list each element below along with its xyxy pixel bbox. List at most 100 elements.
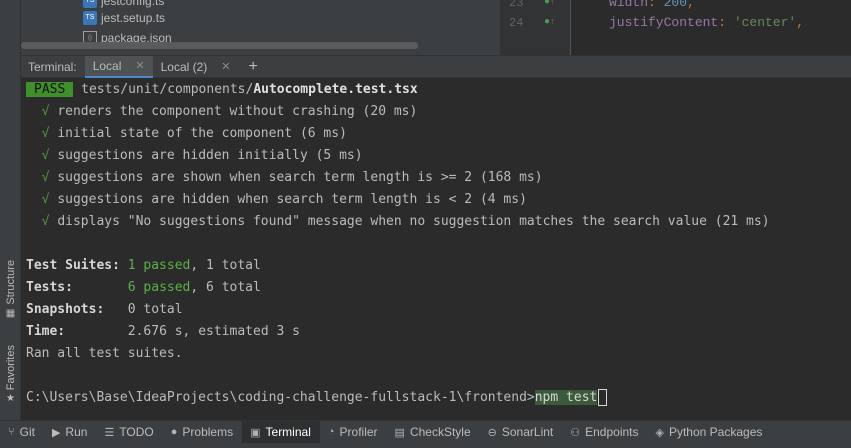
summary-suites: Test Suites: 1 passed, 1 total — [26, 257, 261, 275]
tool-sonarlint[interactable]: ⊖ SonarLint — [480, 421, 563, 444]
checkstyle-icon: ▤ — [394, 426, 405, 439]
code-key: justifyContent — [609, 15, 719, 30]
code-line: width: 200, — [609, 0, 695, 10]
check-icon: √ — [41, 148, 50, 163]
prompt-path: C:\Users\Base\IdeaProjects\coding-challe… — [26, 390, 535, 405]
favorites-tab-label: Favorites — [4, 345, 17, 391]
test-result-line: √ suggestions are hidden initially (5 ms… — [26, 147, 363, 165]
test-result-line: √ suggestions are shown when search term… — [26, 169, 543, 187]
check-icon: √ — [41, 192, 50, 207]
ran-all-line: Ran all test suites. — [26, 346, 183, 361]
tool-endpoints[interactable]: ⚇ Endpoints — [562, 421, 647, 444]
structure-tool-tab[interactable]: Structure ▦ — [0, 260, 21, 319]
structure-tab-label: Structure — [4, 260, 17, 305]
code-value: 200 — [663, 0, 688, 10]
test-file-name: Autocomplete.test.tsx — [253, 82, 418, 97]
test-result-text: suggestions are shown when search term l… — [57, 170, 543, 185]
sonarlint-icon: ⊖ — [487, 426, 497, 439]
favorites-tool-tab[interactable]: Favorites ★ — [0, 345, 21, 404]
test-result-line: √ displays "No suggestions found" messag… — [26, 213, 770, 231]
change-marker-icon[interactable]: ●↑ — [544, 0, 555, 7]
close-icon[interactable]: ✕ — [221, 60, 230, 73]
test-file-header: PASS tests/unit/components/Autocomplete.… — [26, 81, 418, 99]
test-result-text: renders the component without crashing (… — [57, 104, 418, 119]
run-icon: ▶ — [51, 426, 61, 439]
summary-label: Tests: — [26, 280, 73, 295]
command-text: npm test — [534, 390, 598, 405]
tree-item-label: jest.setup.ts — [101, 11, 166, 25]
check-icon: √ — [41, 214, 50, 229]
status-bar — [0, 443, 851, 448]
ts-file-icon: TS — [83, 0, 97, 8]
tool-label: Terminal — [265, 425, 311, 439]
top-area: TS jestconfig.ts TS jest.setup.ts {} pac… — [21, 0, 851, 55]
tool-todo[interactable]: ☰ TODO — [96, 421, 162, 444]
tool-run[interactable]: ▶ Run — [44, 421, 96, 444]
change-marker-icon[interactable]: ●↑ — [544, 16, 555, 27]
line-number: 24 — [509, 16, 524, 30]
tool-label: TODO — [119, 425, 154, 439]
code-end: , — [687, 0, 695, 10]
summary-time: Time: 2.676 s, estimated 3 s — [26, 323, 300, 341]
tool-label: Run — [65, 425, 88, 439]
new-terminal-button[interactable]: + — [239, 56, 268, 78]
tool-git[interactable]: ⑂ Git — [0, 421, 44, 444]
tool-label: Git — [19, 425, 35, 439]
terminal-output[interactable]: PASS tests/unit/components/Autocomplete.… — [21, 78, 851, 420]
tool-label: Problems — [182, 425, 234, 439]
tab-label: Local — [92, 58, 122, 73]
code-line: justifyContent: 'center', — [609, 15, 804, 30]
profiler-icon: ◔ — [327, 426, 335, 438]
project-tree[interactable]: TS jestconfig.ts TS jest.setup.ts {} pac… — [21, 0, 499, 55]
problems-icon: ● — [170, 426, 178, 438]
summary-tests: Tests: 6 passed, 6 total — [26, 279, 261, 297]
summary-label: Test Suites: — [26, 258, 120, 273]
test-path-prefix: tests/unit/components/ — [81, 82, 254, 97]
horizontal-scrollbar[interactable] — [21, 42, 418, 49]
tree-item[interactable]: TS jest.setup.ts — [83, 9, 165, 27]
ts-file-icon: TS — [83, 11, 97, 25]
editor-gutter: 23 ●↑ 24 ●↑ — [501, 0, 571, 55]
bottom-tool-bar: ⑂ Git ▶ Run ☰ TODO ● Problems ▣ Terminal… — [0, 420, 851, 444]
summary-value: 2.676 s, estimated 3 s — [127, 324, 300, 339]
test-result-text: displays "No suggestions found" message … — [57, 214, 770, 229]
test-result-text: suggestions are hidden when search term … — [57, 192, 527, 207]
test-result-line: √ suggestions are hidden when search ter… — [26, 191, 527, 209]
code-editor[interactable]: 23 ●↑ 24 ●↑ width: 200, justifyContent: … — [500, 0, 851, 55]
summary-value: 0 total — [127, 302, 183, 317]
tool-label: Profiler — [339, 425, 378, 439]
close-icon[interactable]: ✕ — [135, 59, 144, 72]
tab-label: Local (2) — [160, 59, 208, 74]
tool-python-packages[interactable]: ◈ Python Packages — [648, 421, 772, 444]
tree-item-label: jestconfig.ts — [101, 0, 165, 8]
tab-local-2[interactable]: Local (2) ✕ — [153, 56, 239, 78]
terminal-icon: ▣ — [250, 426, 261, 439]
summary-snapshots: Snapshots: 0 total — [26, 301, 183, 319]
code-sep: : — [648, 0, 664, 10]
tool-label: CheckStyle — [409, 425, 471, 439]
test-result-line: √ initial state of the component (6 ms) — [26, 125, 347, 143]
tab-local[interactable]: Local ✕ — [84, 55, 153, 78]
prompt-line[interactable]: C:\Users\Base\IdeaProjects\coding-challe… — [26, 389, 608, 407]
terminal-tab-bar: Terminal: Local ✕ Local (2) ✕ + — [21, 55, 851, 78]
todo-icon: ☰ — [104, 426, 115, 439]
summary-label: Snapshots: — [26, 302, 105, 317]
plus-icon: + — [248, 57, 258, 75]
code-value: 'center' — [733, 15, 797, 30]
tool-terminal[interactable]: ▣ Terminal — [242, 420, 320, 444]
check-icon: √ — [41, 104, 50, 119]
tool-profiler[interactable]: ◔ Profiler — [320, 421, 387, 444]
terminal-label: Terminal: — [28, 59, 77, 74]
star-icon: ★ — [6, 393, 15, 405]
tool-label: Python Packages — [668, 425, 763, 439]
test-result-text: initial state of the component (6 ms) — [57, 126, 347, 141]
tool-problems[interactable]: ● Problems — [163, 421, 242, 444]
git-icon: ⑂ — [8, 426, 15, 438]
summary-passed: 6 passed — [127, 280, 191, 295]
summary-total: , 1 total — [190, 258, 261, 273]
code-key: width — [609, 0, 649, 10]
tool-checkstyle[interactable]: ▤ CheckStyle — [387, 421, 480, 444]
line-number: 23 — [509, 0, 524, 10]
summary-label: Time: — [26, 324, 66, 339]
code-sep: : — [718, 15, 734, 30]
